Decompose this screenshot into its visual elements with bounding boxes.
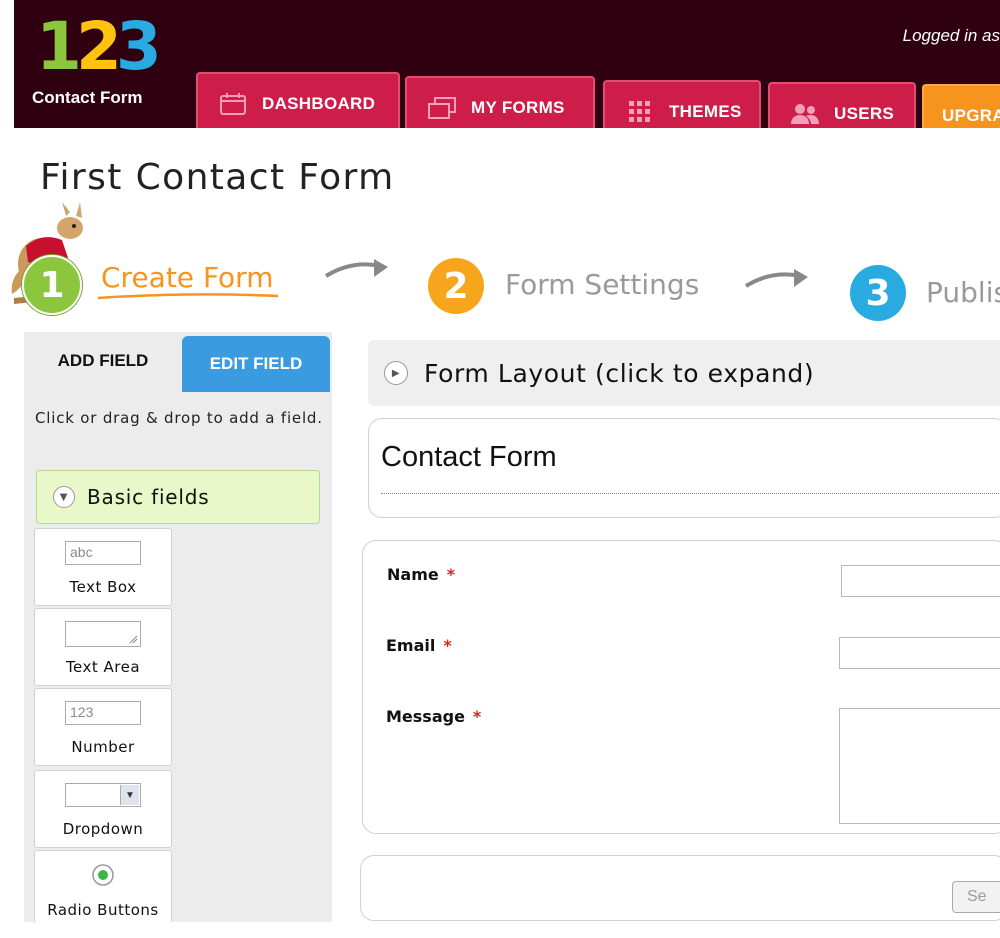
- nav-tab-dashboard[interactable]: DASHBOARD: [196, 72, 400, 128]
- calendar-icon: [218, 92, 248, 116]
- nav-tab-label: UPGRADE: [942, 106, 1000, 125]
- expand-icon: ▶: [384, 361, 408, 385]
- tab-add-field[interactable]: ADD FIELD: [24, 332, 182, 390]
- nav-tab-label: THEMES: [669, 102, 742, 121]
- form-layout-label: Form Layout (click to expand): [424, 358, 815, 388]
- basic-fields-group[interactable]: ▼ Basic fields: [36, 470, 320, 524]
- field-tile-radio-buttons[interactable]: Radio Buttons: [34, 850, 172, 923]
- field-label-message[interactable]: Message *: [386, 707, 481, 726]
- field-tile-dropdown[interactable]: ▼ Dropdown: [34, 770, 172, 848]
- tab-edit-field[interactable]: EDIT FIELD: [182, 336, 330, 392]
- login-status: Logged in as: [902, 26, 1000, 45]
- text-box-preview: abc: [65, 541, 141, 565]
- nav-tab-themes[interactable]: THEMES: [603, 80, 761, 128]
- field-tile-text-box[interactable]: abc Text Box: [34, 528, 172, 606]
- nav-tab-users[interactable]: USERS: [768, 82, 916, 128]
- form-layout-toggle[interactable]: ▶ Form Layout (click to expand): [368, 340, 1000, 406]
- arrow-right-icon: [324, 259, 388, 278]
- field-tile-label: Dropdown: [62, 820, 144, 838]
- collapse-icon: ▼: [53, 486, 75, 508]
- logo-digits: 123: [36, 8, 162, 85]
- nav-tab-label: MY FORMS: [471, 98, 565, 117]
- field-label-email[interactable]: Email *: [386, 636, 452, 655]
- submit-button[interactable]: Se: [952, 881, 1000, 913]
- step-2-number: 2: [428, 258, 484, 314]
- radio-button-icon: [92, 864, 114, 886]
- form-title-block[interactable]: Contact Form: [368, 418, 1000, 518]
- field-tile-label: Number: [71, 738, 135, 756]
- nav-tab-upgrade[interactable]: UPGRADE: [922, 84, 1000, 128]
- field-tile-label: Radio Buttons: [47, 901, 159, 919]
- field-tile-label: Text Area: [65, 658, 141, 676]
- logo-text: Contact Form: [32, 88, 143, 107]
- field-tile-label: Text Box: [69, 578, 137, 596]
- field-tile-text-area[interactable]: Text Area: [34, 608, 172, 686]
- dropdown-preview: ▼: [65, 783, 141, 807]
- field-label-name[interactable]: Name *: [387, 565, 455, 584]
- form-title: Contact Form: [381, 441, 557, 473]
- resize-grip-icon: [129, 635, 138, 644]
- nav-tab-label: USERS: [834, 104, 895, 123]
- text-area-preview: [65, 621, 141, 647]
- page-title: First Contact Form: [40, 157, 395, 198]
- arrow-right-icon: [744, 269, 808, 288]
- field-tile-number[interactable]: 123 Number: [34, 688, 172, 766]
- nav-tab-label: DASHBOARD: [262, 94, 376, 113]
- step-1-number: 1: [22, 255, 82, 315]
- chevron-down-icon: ▼: [120, 785, 139, 805]
- title-divider: [381, 493, 1000, 494]
- users-icon: [790, 102, 820, 126]
- form-fields-block: Name * Email * Message *: [362, 540, 1000, 834]
- step-3-label[interactable]: Publish: [926, 276, 1000, 309]
- message-textarea[interactable]: [839, 708, 1000, 824]
- step-2-label[interactable]: Form Settings: [505, 268, 699, 301]
- step-3-number: 3: [850, 265, 906, 321]
- grid-icon: [625, 100, 655, 124]
- nav-tab-my-forms[interactable]: MY FORMS: [405, 76, 595, 128]
- step-1-underline: [97, 293, 279, 300]
- form-submit-block: [360, 855, 1000, 921]
- group-label: Basic fields: [87, 485, 210, 509]
- palette-hint: Click or drag & drop to add a field.: [35, 409, 323, 427]
- forms-icon: [427, 96, 457, 120]
- email-input[interactable]: [839, 637, 1000, 669]
- name-input[interactable]: [841, 565, 1000, 597]
- app-logo[interactable]: 123 Contact Form: [32, 8, 182, 110]
- number-preview: 123: [65, 701, 141, 725]
- field-palette: ADD FIELD EDIT FIELD Click or drag & dro…: [24, 332, 332, 923]
- app-header: 123 Contact Form Logged in as DASHBOARD …: [14, 0, 1000, 128]
